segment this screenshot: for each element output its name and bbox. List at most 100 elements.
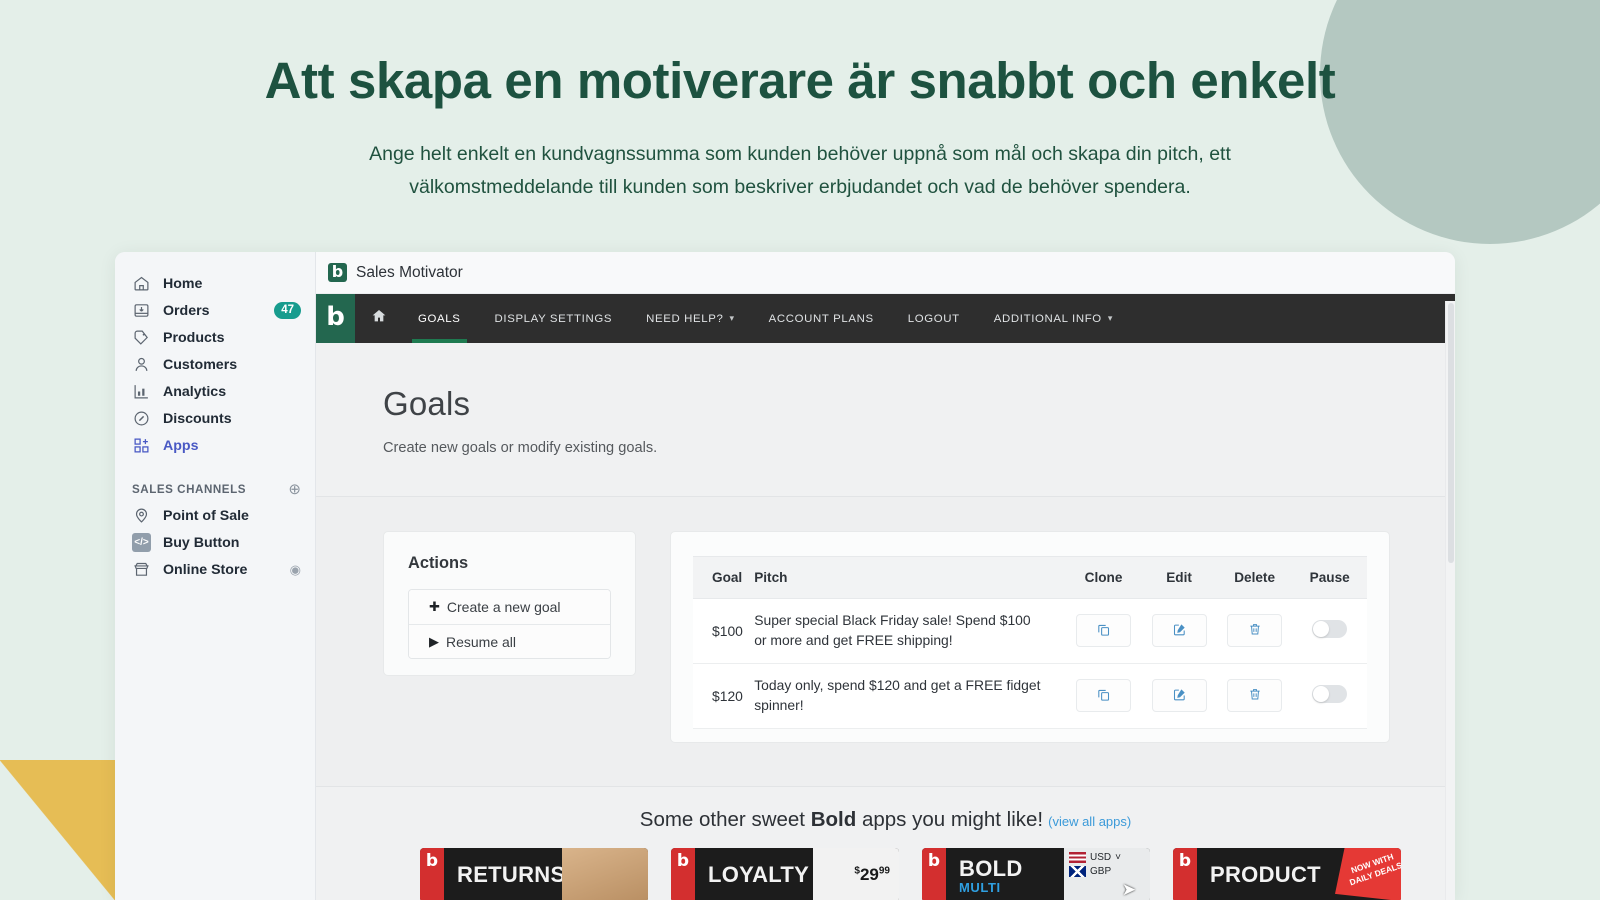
nav-item-logout[interactable]: LOGOUT bbox=[891, 294, 977, 343]
cell-pause bbox=[1292, 598, 1367, 664]
column-header-clone: Clone bbox=[1065, 556, 1142, 599]
view-eye-icon[interactable]: ◉ bbox=[290, 563, 301, 576]
pencil-square-icon bbox=[1172, 622, 1187, 640]
trash-icon bbox=[1248, 687, 1262, 704]
discount-percent-icon bbox=[132, 409, 151, 428]
price-tag-image: $2999 bbox=[813, 848, 899, 900]
page-title: Att skapa en motiverare är snabbt och en… bbox=[264, 52, 1336, 109]
sidebar-item-label: Online Store bbox=[163, 561, 248, 578]
cell-goal: $120 bbox=[693, 663, 755, 729]
bold-b-logo: b bbox=[420, 848, 444, 900]
sidebar-item-analytics[interactable]: Analytics bbox=[115, 378, 315, 405]
goals-table-card: Goal Pitch Clone Edit Delete Pause $100 … bbox=[670, 531, 1390, 743]
orders-count-badge: 47 bbox=[274, 301, 301, 320]
promo-card-title: LOYALTY bbox=[708, 862, 810, 887]
sidebar-item-label: Products bbox=[163, 329, 225, 346]
hero-subtitle: Ange helt enkelt en kundvagnssumma som k… bbox=[369, 142, 1231, 199]
sidebar-item-online-store[interactable]: Online Store ◉ bbox=[115, 556, 315, 583]
clone-goal-button[interactable] bbox=[1076, 614, 1132, 648]
nav-item-label: LOGOUT bbox=[907, 312, 960, 325]
promo-card-returns[interactable]: b RETURNS bbox=[420, 848, 648, 900]
goals-page-header: Goals Create new goals or modify existin… bbox=[316, 343, 1455, 497]
promo-card-title: BOLD MULTI bbox=[959, 855, 1023, 895]
goals-page-title: Goals bbox=[383, 385, 471, 422]
clone-goal-button[interactable] bbox=[1076, 679, 1132, 713]
cell-delete bbox=[1216, 663, 1293, 729]
nav-item-account-plans[interactable]: ACCOUNT PLANS bbox=[752, 294, 891, 343]
bold-b-logo-nav[interactable]: b bbox=[316, 294, 355, 343]
edit-goal-button[interactable] bbox=[1151, 614, 1207, 648]
return-box-image bbox=[562, 848, 648, 900]
embedded-app-frame: Sales Motivator b GOALS DISPLAY SETTINGS… bbox=[316, 252, 1455, 900]
badge-label: NOW WITH DAILY DEALS bbox=[1348, 851, 1401, 887]
nav-item-additional-info[interactable]: ADDITIONAL INFO ▾ bbox=[977, 294, 1130, 343]
cell-pause bbox=[1292, 663, 1367, 729]
sidebar-item-label: Home bbox=[163, 275, 203, 292]
sidebar-item-products[interactable]: Products bbox=[115, 324, 315, 351]
sidebar-item-home[interactable]: Home bbox=[115, 270, 315, 297]
app-scrollbar-thumb[interactable] bbox=[1448, 303, 1454, 563]
promo-card-list: b RETURNS b LOYALTY $2999 b BOLD MULTI U… bbox=[316, 848, 1455, 900]
goals-table: Goal Pitch Clone Edit Delete Pause $100 … bbox=[693, 556, 1367, 729]
nav-item-need-help[interactable]: NEED HELP? ▾ bbox=[629, 294, 752, 343]
orders-inbox-icon bbox=[132, 301, 151, 320]
view-all-apps-link[interactable]: (view all apps) bbox=[1048, 814, 1131, 829]
promo-card-title: PRODUCT bbox=[1210, 862, 1321, 887]
delete-goal-button[interactable] bbox=[1227, 679, 1283, 713]
flag-uk-icon bbox=[1069, 866, 1086, 877]
nav-item-label: ACCOUNT PLANS bbox=[768, 312, 874, 325]
app-scrollbar-track[interactable] bbox=[1445, 301, 1455, 900]
home-icon bbox=[132, 274, 151, 293]
cell-clone bbox=[1065, 598, 1142, 664]
promo-card-product[interactable]: b PRODUCT NOW WITH DAILY DEALS bbox=[1173, 848, 1401, 900]
promo-card-subtitle: MULTI bbox=[959, 879, 1001, 895]
edit-goal-button[interactable] bbox=[1151, 679, 1207, 713]
pause-goal-toggle[interactable] bbox=[1312, 685, 1348, 704]
actions-card-title: Actions bbox=[408, 554, 469, 572]
create-new-goal-button[interactable]: ✚ Create a new goal bbox=[409, 590, 610, 624]
goals-table-body: $100 Super special Black Friday sale! Sp… bbox=[693, 598, 1367, 729]
bold-b-logo: b bbox=[1173, 848, 1197, 900]
delete-goal-button[interactable] bbox=[1227, 614, 1283, 648]
nav-item-goals[interactable]: GOALS bbox=[401, 294, 478, 343]
promo-card-bold-multi[interactable]: b BOLD MULTI USD ˅ GBP ➤ bbox=[922, 848, 1150, 900]
bold-b-logo: b bbox=[671, 848, 695, 900]
storefront-icon bbox=[132, 560, 151, 579]
column-header-pitch: Pitch bbox=[754, 556, 1066, 599]
pause-goal-toggle[interactable] bbox=[1312, 620, 1348, 639]
bold-b-logo: b bbox=[922, 848, 946, 900]
resume-all-button[interactable]: ▶ Resume all bbox=[409, 624, 610, 658]
cell-edit bbox=[1141, 663, 1217, 729]
action-item-label: Resume all bbox=[446, 633, 517, 650]
analytics-bars-icon bbox=[132, 382, 151, 401]
sidebar-item-orders[interactable]: Orders 47 bbox=[115, 297, 315, 324]
sidebar-item-discounts[interactable]: Discounts bbox=[115, 405, 315, 432]
promo-card-loyalty[interactable]: b LOYALTY $2999 bbox=[671, 848, 899, 900]
sidebar-item-label: Apps bbox=[163, 437, 199, 454]
plus-icon: ✚ bbox=[429, 599, 440, 614]
goals-page-body: Actions ✚ Create a new goal ▶ Resume all bbox=[316, 497, 1455, 900]
promo-card-title: RETURNS bbox=[457, 862, 566, 887]
sidebar-item-apps[interactable]: Apps bbox=[115, 432, 315, 459]
promo-heading-before: Some other sweet bbox=[639, 808, 811, 831]
pencil-square-icon bbox=[1172, 687, 1187, 705]
currency-row-gbp: GBP bbox=[1069, 866, 1145, 877]
cell-delete bbox=[1216, 598, 1293, 664]
mouse-cursor-icon: ➤ bbox=[1121, 880, 1136, 899]
chevron-down-icon: ▾ bbox=[729, 313, 735, 323]
nav-item-display-settings[interactable]: DISPLAY SETTINGS bbox=[478, 294, 630, 343]
play-icon: ▶ bbox=[429, 633, 439, 649]
table-header-row: Goal Pitch Clone Edit Delete Pause bbox=[693, 556, 1367, 599]
goals-table-head: Goal Pitch Clone Edit Delete Pause bbox=[693, 556, 1367, 599]
apps-grid-plus-icon bbox=[132, 436, 151, 455]
sidebar-item-customers[interactable]: Customers bbox=[115, 351, 315, 378]
currency-label: USD bbox=[1090, 852, 1112, 863]
column-header-delete: Delete bbox=[1216, 556, 1293, 599]
sidebar-item-point-of-sale[interactable]: Point of Sale bbox=[115, 502, 315, 529]
product-tag-icon bbox=[132, 328, 151, 347]
sidebar-item-buy-button[interactable]: </> Buy Button bbox=[115, 529, 315, 556]
bold-b-logo bbox=[328, 261, 347, 283]
nav-item-home[interactable] bbox=[355, 294, 401, 343]
plus-circle-icon[interactable]: ⊕ bbox=[288, 482, 301, 497]
chevron-down-icon: ▾ bbox=[1107, 313, 1113, 323]
